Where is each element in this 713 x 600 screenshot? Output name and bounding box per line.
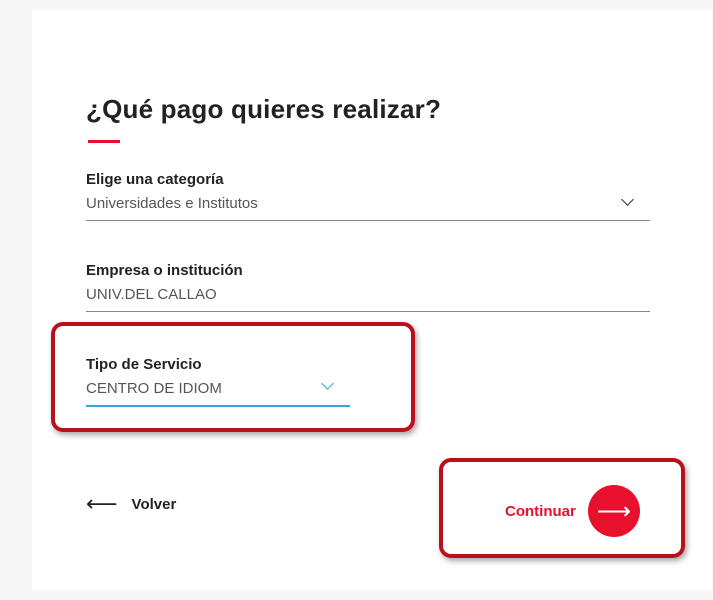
page-title: ¿Qué pago quieres realizar? xyxy=(86,94,442,124)
service-underline xyxy=(86,405,350,407)
back-label: Volver xyxy=(131,495,177,513)
category-underline xyxy=(86,220,650,221)
arrow-right-icon[interactable]: ⟶ xyxy=(587,485,640,537)
title-underline xyxy=(88,140,120,143)
back-button[interactable]: ⟵ Volver xyxy=(86,493,176,515)
service-value[interactable]: CENTRO DE IDIOM xyxy=(86,380,222,397)
service-highlight-box xyxy=(51,322,415,432)
company-value[interactable]: UNIV.DEL CALLAO xyxy=(86,286,217,303)
category-value[interactable]: Universidades e Institutos xyxy=(86,195,258,212)
company-label: Empresa o institución xyxy=(86,262,243,279)
arrow-left-icon: ⟵ xyxy=(86,491,118,516)
continue-label: Continuar xyxy=(505,502,576,520)
continue-button[interactable]: Continuar ⟶ xyxy=(505,485,640,537)
company-underline xyxy=(86,311,650,312)
category-label: Elige una categoría xyxy=(86,171,224,188)
service-label: Tipo de Servicio xyxy=(86,356,202,373)
